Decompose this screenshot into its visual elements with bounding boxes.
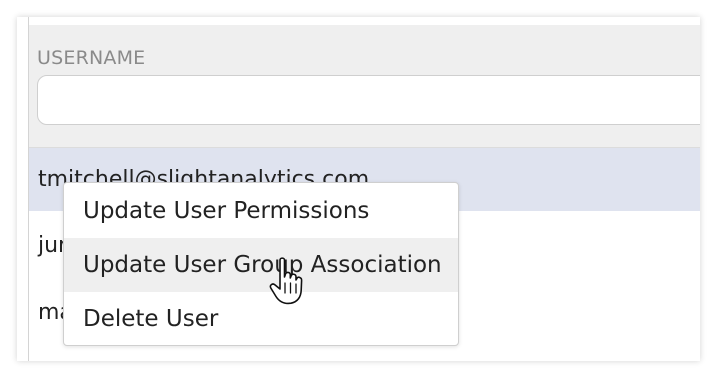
- username-filter-area: USERNAME: [29, 25, 700, 148]
- user-context-menu: Update User Permissions Update User Grou…: [63, 182, 459, 346]
- menu-item-update-user-group-association[interactable]: Update User Group Association: [64, 238, 458, 292]
- menu-item-update-user-permissions[interactable]: Update User Permissions: [64, 184, 458, 238]
- screen: USERNAME tmitchell@slightanalytics.com j…: [0, 0, 716, 378]
- username-label: USERNAME: [37, 47, 146, 69]
- menu-item-delete-user[interactable]: Delete User: [64, 292, 458, 346]
- username-filter-input[interactable]: [37, 75, 700, 125]
